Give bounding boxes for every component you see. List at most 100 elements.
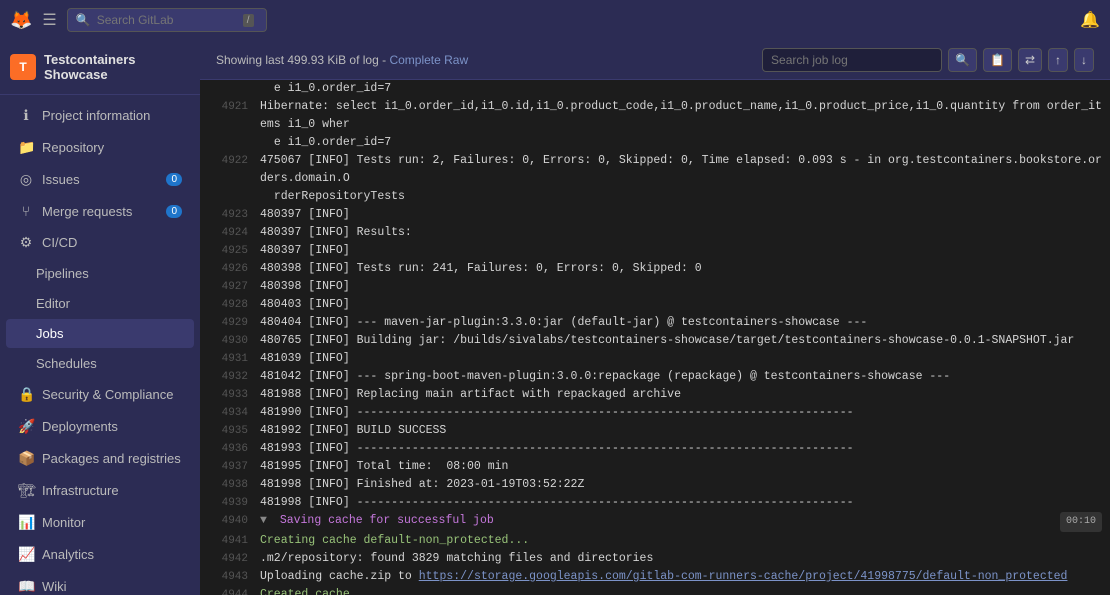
log-text: 480398 [INFO] Tests run: 241, Failures: … [260,260,1102,278]
log-text: 480404 [INFO] --- maven-jar-plugin:3.3.0… [260,314,1102,332]
line-number: 4933 [208,386,248,404]
analytics-icon: 📈 [18,546,34,563]
log-header: Showing last 499.93 KiB of log - Complet… [200,40,1110,80]
fullscreen-button[interactable]: ⇄ [1018,48,1042,72]
sidebar-item-analytics[interactable]: 📈 Analytics [6,539,194,570]
search-job-log-input[interactable] [762,48,942,72]
scroll-down-button[interactable]: ↓ [1074,48,1094,72]
sidebar-item-infrastructure[interactable]: 🏗 Infrastructure [6,475,194,506]
search-input[interactable] [97,13,237,27]
log-line: 4935481992 [INFO] BUILD SUCCESS [200,422,1110,440]
issues-icon: ◎ [18,171,34,188]
sidebar-item-issues[interactable]: ◎ Issues 0 [6,164,194,195]
log-line[interactable]: 4940▼ Saving cache for successful job00:… [200,512,1110,532]
log-text: ▼ Saving cache for successful job [260,512,1060,530]
line-number: 4923 [208,206,248,224]
sidebar-item-monitor[interactable]: 📊 Monitor [6,507,194,538]
sidebar-item-deployments[interactable]: 🚀 Deployments [6,411,194,442]
cicd-icon: ⚙ [18,234,34,251]
log-line: 4936481993 [INFO] ----------------------… [200,440,1110,458]
sidebar-item-label: Deployments [42,419,118,434]
log-text: Created cache [260,586,1102,595]
log-line: 4937481995 [INFO] Total time: 08:00 min [200,458,1110,476]
security-icon: 🔒 [18,386,34,403]
log-text: 480397 [INFO] [260,242,1102,260]
sidebar-item-merge-requests[interactable]: ⑂ Merge requests 0 [6,196,194,226]
search-bar[interactable]: 🔍 / [67,8,267,32]
monitor-icon: 📊 [18,514,34,531]
sidebar-item-packages-registries[interactable]: 📦 Packages and registries [6,443,194,474]
repository-icon: 📁 [18,139,34,156]
log-line: 4928480403 [INFO] [200,296,1110,314]
sidebar-item-label: Pipelines [36,266,89,281]
topbar-right: 🔔 [1080,10,1100,30]
log-line: 4942 .m2/repository: found 3829 matching … [200,550,1110,568]
menu-icon[interactable]: ☰ [42,10,56,30]
search-button[interactable]: 🔍 [948,48,977,72]
log-line: 4921Hibernate: select i1_0.order_id,i1_0… [200,98,1110,152]
sidebar-item-label: Security & Compliance [42,387,174,402]
sidebar-item-label: Repository [42,140,104,155]
topbar: 🦊 ☰ 🔍 / 🔔 [0,0,1110,40]
sidebar-item-label: CI/CD [42,235,77,250]
log-text: 475067 [INFO] Tests run: 2, Failures: 0,… [260,152,1102,206]
line-number: 4941 [208,532,248,550]
line-number: 4931 [208,350,248,368]
issues-badge: 0 [166,173,182,186]
log-line: e i1_0.order_id=7 [200,80,1110,98]
merge-requests-badge: 0 [166,205,182,218]
content-area: Showing last 499.93 KiB of log - Complet… [200,40,1110,595]
complete-raw-link[interactable]: Complete Raw [389,53,468,67]
sidebar-project-title: Testcontainers Showcase [44,52,190,82]
log-line: 4929 480404 [INFO] --- maven-jar-plugin:3… [200,314,1110,332]
log-line: 4927480398 [INFO] [200,278,1110,296]
log-line: 4944 Created cache [200,586,1110,595]
avatar: T [10,54,36,80]
line-number: 4942 [208,550,248,568]
notifications-icon[interactable]: 🔔 [1080,10,1100,30]
copy-button[interactable]: 📋 [983,48,1012,72]
deployments-icon: 🚀 [18,418,34,435]
line-number: 4929 [208,314,248,332]
sidebar-item-pipelines[interactable]: Pipelines [6,259,194,288]
sidebar-item-project-information[interactable]: ℹ Project information [6,100,194,131]
log-line: 4925480397 [INFO] [200,242,1110,260]
wiki-icon: 📖 [18,578,34,595]
log-text: 481995 [INFO] Total time: 08:00 min [260,458,1102,476]
line-number: 4934 [208,404,248,422]
line-number: 4924 [208,224,248,242]
scroll-up-button[interactable]: ↑ [1048,48,1068,72]
sidebar-item-jobs[interactable]: Jobs [6,319,194,348]
sidebar-item-wiki[interactable]: 📖 Wiki [6,571,194,595]
sidebar-item-label: Analytics [42,547,94,562]
log-text: 481042 [INFO] --- spring-boot-maven-plug… [260,368,1102,386]
log-line: 4931481039 [INFO] [200,350,1110,368]
sidebar-item-label: Monitor [42,515,85,530]
sidebar-item-schedules[interactable]: Schedules [6,349,194,378]
log-text: 481992 [INFO] BUILD SUCCESS [260,422,1102,440]
sidebar: T Testcontainers Showcase ℹ Project info… [0,40,200,595]
log-line: 4941Creating cache default-non_protected… [200,532,1110,550]
line-number: 4928 [208,296,248,314]
sidebar-item-label: Packages and registries [42,451,181,466]
log-toolbar: 🔍 📋 ⇄ ↑ ↓ [762,48,1094,72]
sidebar-item-editor[interactable]: Editor [6,289,194,318]
merge-requests-icon: ⑂ [18,203,34,219]
sidebar-item-label: Project information [42,108,150,123]
sidebar-project-header: T Testcontainers Showcase [0,40,200,95]
sidebar-item-cicd[interactable]: ⚙ CI/CD [6,227,194,258]
sidebar-item-security-compliance[interactable]: 🔒 Security & Compliance [6,379,194,410]
cache-upload-link[interactable]: https://storage.googleapis.com/gitlab-co… [419,570,1068,583]
time-badge: 00:10 [1060,512,1102,532]
line-number: 4944 [208,586,248,595]
log-line: 4922475067 [INFO] Tests run: 2, Failures… [200,152,1110,206]
collapse-arrow-icon: ▼ [260,514,274,527]
sidebar-nav: ℹ Project information 📁 Repository ◎ Iss… [0,95,200,595]
search-slash: / [243,14,254,27]
log-text: .m2/repository: found 3829 matching file… [260,550,1102,568]
log-text: 480398 [INFO] [260,278,1102,296]
line-number: 4930 [208,332,248,350]
sidebar-item-repository[interactable]: 📁 Repository [6,132,194,163]
line-number: 4938 [208,476,248,494]
line-number: 4943 [208,568,248,586]
